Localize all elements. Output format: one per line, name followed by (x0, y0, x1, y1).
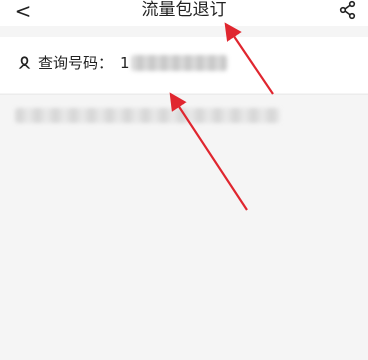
divider (0, 94, 368, 95)
page: < 流量包退订 查询号码： 1 (0, 0, 368, 360)
phone-number-redacted (131, 55, 227, 71)
user-icon (18, 56, 31, 69)
query-number-row: 查询号码： 1 (0, 37, 368, 93)
page-title: 流量包退订 (141, 0, 227, 20)
notice-text-redacted (15, 108, 280, 123)
share-icon[interactable] (338, 0, 358, 20)
top-nav-bar: < 流量包退订 (0, 0, 368, 26)
phone-number-visible: 1 (120, 54, 130, 72)
query-number-label: 查询号码： (38, 54, 114, 72)
